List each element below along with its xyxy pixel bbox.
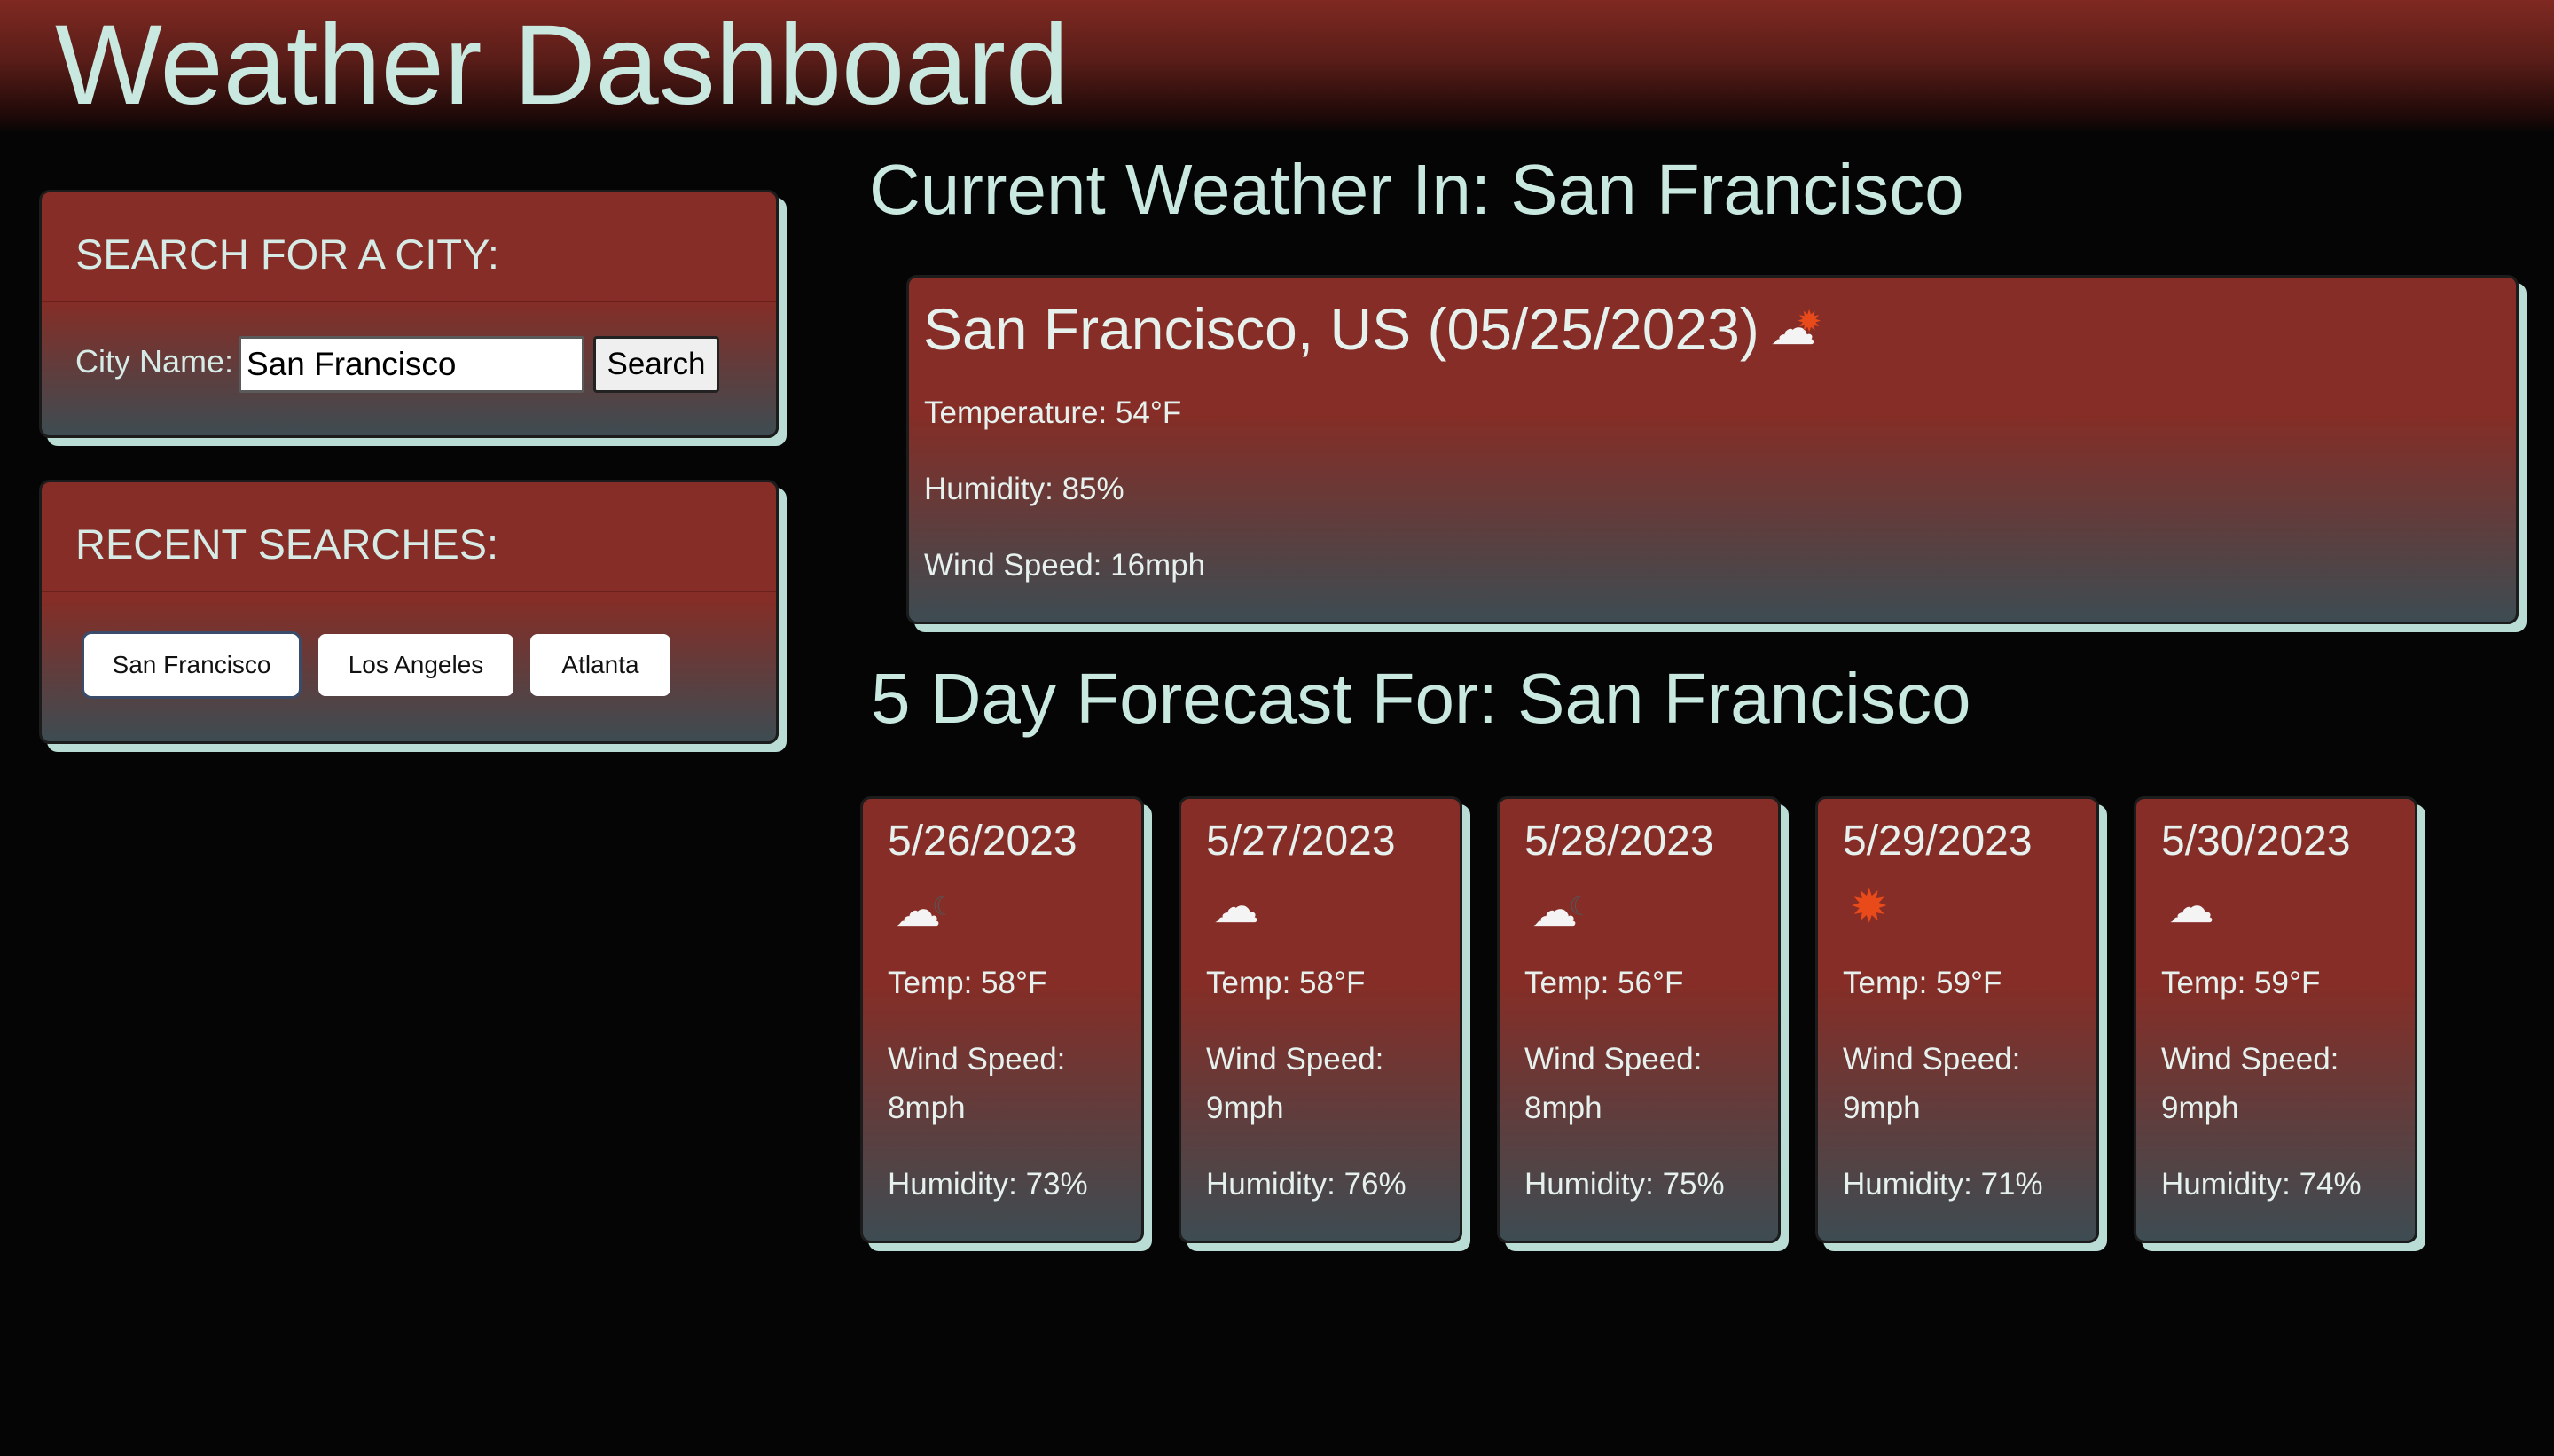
forecast-temp: Temp: 59°F bbox=[1843, 966, 2002, 1000]
forecast-temp: Temp: 58°F bbox=[888, 966, 1047, 1000]
current-wind-speed: Wind Speed: 16mph bbox=[924, 548, 1206, 583]
current-humidity: Humidity: 85% bbox=[924, 472, 1124, 506]
cloud-moon-icon: ☁☾ bbox=[895, 885, 956, 936]
recent-search-san-francisco[interactable]: San Francisco bbox=[84, 634, 299, 696]
page-title: Weather Dashboard bbox=[55, 2, 1069, 129]
forecast-date: 5/27/2023 bbox=[1206, 818, 1396, 865]
sun-icon: ✹ bbox=[1850, 881, 1889, 933]
forecast-humidity: Humidity: 76% bbox=[1206, 1167, 1406, 1202]
current-weather-card: San Francisco, US (05/25/2023) ☁✹ Tempera… bbox=[906, 275, 2519, 624]
search-panel: SEARCH FOR A CITY: City Name: Search bbox=[39, 190, 779, 438]
cloud-icon: ☁ bbox=[1213, 881, 1259, 933]
forecast-wind: Wind Speed: 9mph bbox=[2161, 1042, 2339, 1125]
forecast-date: 5/30/2023 bbox=[2161, 818, 2351, 865]
forecast-date: 5/28/2023 bbox=[1524, 818, 1714, 865]
forecast-date: 5/26/2023 bbox=[888, 818, 1077, 865]
city-search-input[interactable] bbox=[239, 336, 584, 393]
divider bbox=[42, 591, 776, 592]
cloud-icon: ☁ bbox=[2168, 881, 2214, 933]
recent-searches-title: RECENT SEARCHES: bbox=[75, 521, 499, 568]
forecast-date: 5/29/2023 bbox=[1843, 818, 2033, 865]
current-temperature: Temperature: 54°F bbox=[924, 395, 1182, 430]
forecast-humidity: Humidity: 74% bbox=[2161, 1167, 2362, 1202]
recent-search-los-angeles[interactable]: Los Angeles bbox=[318, 634, 513, 696]
page-header: Weather Dashboard bbox=[0, 0, 2554, 133]
forecast-humidity: Humidity: 71% bbox=[1843, 1167, 2043, 1202]
forecast-wind: Wind Speed: 8mph bbox=[1524, 1042, 1703, 1125]
recent-searches-panel: RECENT SEARCHES: San Francisco Los Angel… bbox=[39, 480, 779, 744]
forecast-card: 5/26/2023 ☁☾ Temp: 58°F Wind Speed: 8mph… bbox=[860, 796, 1144, 1243]
forecast-temp: Temp: 56°F bbox=[1524, 966, 1684, 1000]
forecast-card: 5/29/2023 ✹ Temp: 59°F Wind Speed: 9mph … bbox=[1815, 796, 2099, 1243]
forecast-wind: Wind Speed: 9mph bbox=[1206, 1042, 1384, 1125]
current-weather-heading: San Francisco, US (05/25/2023) ☁✹ bbox=[923, 295, 1821, 363]
forecast-wind: Wind Speed: 9mph bbox=[1843, 1042, 2021, 1125]
forecast-temp: Temp: 58°F bbox=[1206, 966, 1366, 1000]
city-name-label: City Name: bbox=[75, 343, 234, 380]
forecast-title: 5 Day Forecast For: San Francisco bbox=[871, 659, 1971, 738]
current-location-date: San Francisco, US (05/25/2023) bbox=[923, 296, 1759, 362]
divider bbox=[42, 301, 776, 302]
partly-cloudy-sun-icon: ☁✹ bbox=[1769, 303, 1822, 355]
forecast-temp: Temp: 59°F bbox=[2161, 966, 2321, 1000]
forecast-humidity: Humidity: 73% bbox=[888, 1167, 1088, 1202]
recent-search-atlanta[interactable]: Atlanta bbox=[530, 634, 670, 696]
search-panel-title: SEARCH FOR A CITY: bbox=[75, 231, 499, 278]
forecast-humidity: Humidity: 75% bbox=[1524, 1167, 1725, 1202]
current-weather-title: Current Weather In: San Francisco bbox=[869, 150, 1964, 229]
cloud-moon-icon: ☁☾ bbox=[1532, 885, 1593, 936]
search-button[interactable]: Search bbox=[593, 336, 719, 393]
forecast-card: 5/27/2023 ☁ Temp: 58°F Wind Speed: 9mph … bbox=[1179, 796, 1462, 1243]
forecast-wind: Wind Speed: 8mph bbox=[888, 1042, 1066, 1125]
forecast-card: 5/30/2023 ☁ Temp: 59°F Wind Speed: 9mph … bbox=[2134, 796, 2417, 1243]
forecast-card: 5/28/2023 ☁☾ Temp: 56°F Wind Speed: 8mph… bbox=[1497, 796, 1781, 1243]
